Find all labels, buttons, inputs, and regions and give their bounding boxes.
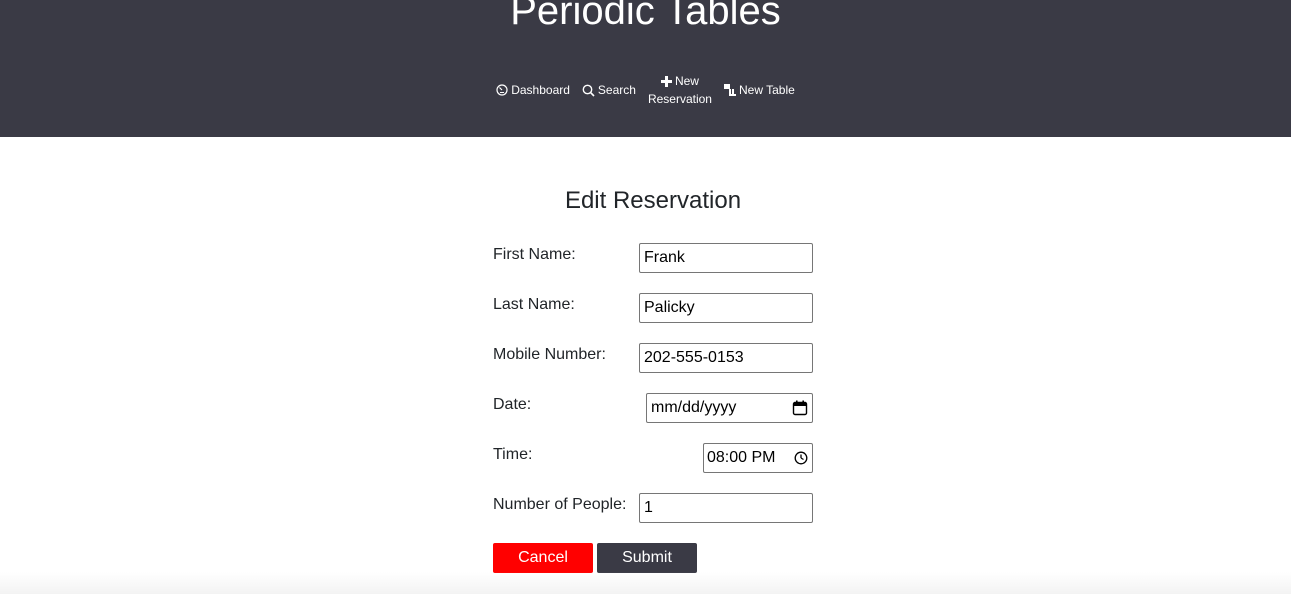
time-value: 08:00 PM bbox=[707, 449, 776, 466]
nav-new-table-label: New Table bbox=[738, 83, 795, 97]
date-value: mm/dd/yyyy bbox=[651, 399, 737, 416]
nav-new-reservation-label-1: New bbox=[674, 74, 699, 88]
nav-search-label: Search bbox=[597, 83, 636, 97]
app-title: Periodic Tables bbox=[510, 0, 781, 33]
calendar-icon[interactable] bbox=[792, 400, 808, 416]
nav-new-reservation[interactable]: New Reservation bbox=[642, 72, 718, 108]
first-name-value: Frank bbox=[644, 249, 685, 266]
date-input[interactable]: mm/dd/yyyy bbox=[646, 393, 813, 423]
mobile-number-input[interactable]: 202-555-0153 bbox=[639, 343, 813, 373]
plus-icon bbox=[660, 75, 672, 87]
search-icon bbox=[582, 84, 595, 97]
mobile-number-value: 202-555-0153 bbox=[644, 349, 744, 366]
table-icon bbox=[723, 84, 736, 96]
cancel-button[interactable]: Cancel bbox=[493, 543, 593, 573]
time-input[interactable]: 08:00 PM bbox=[703, 443, 813, 473]
first-name-input[interactable]: Frank bbox=[639, 243, 813, 273]
mobile-number-label: Mobile Number: bbox=[493, 346, 606, 363]
last-name-label: Last Name: bbox=[493, 296, 575, 313]
main-nav: Dashboard Search New Reservation New Tab… bbox=[0, 72, 1291, 108]
submit-button[interactable]: Submit bbox=[597, 543, 697, 573]
dashboard-icon bbox=[496, 84, 508, 96]
form-title: Edit Reservation bbox=[564, 187, 742, 214]
last-name-value: Palicky bbox=[644, 299, 695, 316]
date-label: Date: bbox=[493, 396, 532, 413]
time-label: Time: bbox=[493, 446, 533, 463]
number-of-people-label: Number of People: bbox=[493, 496, 627, 513]
last-name-input[interactable]: Palicky bbox=[639, 293, 813, 323]
nav-new-table[interactable]: New Table bbox=[718, 83, 801, 97]
first-name-label: First Name: bbox=[493, 246, 576, 263]
number-of-people-input[interactable]: 1 bbox=[639, 493, 813, 523]
nav-search[interactable]: Search bbox=[576, 83, 642, 97]
nav-dashboard[interactable]: Dashboard bbox=[490, 83, 576, 97]
nav-new-reservation-label-2: Reservation bbox=[647, 92, 712, 106]
app-header: Periodic Tables Dashboard Search New Res… bbox=[0, 0, 1291, 137]
page-bottom-shadow bbox=[0, 572, 1291, 594]
clock-icon[interactable] bbox=[794, 451, 808, 465]
number-of-people-value: 1 bbox=[644, 499, 653, 516]
nav-dashboard-label: Dashboard bbox=[511, 83, 570, 97]
